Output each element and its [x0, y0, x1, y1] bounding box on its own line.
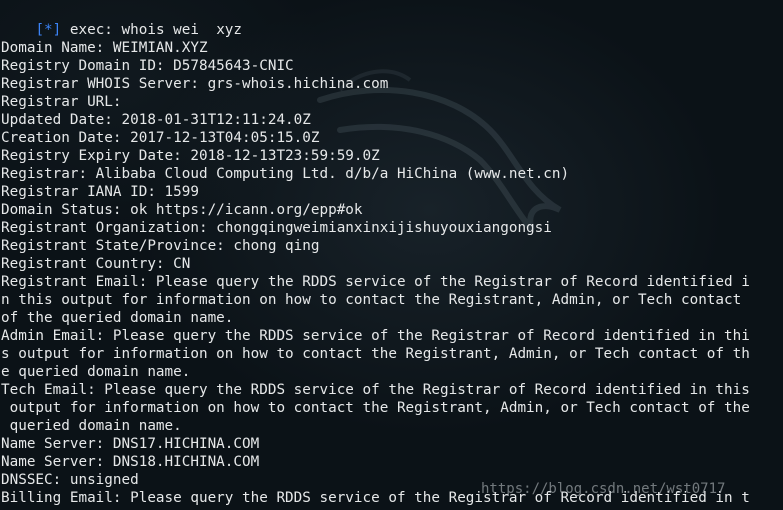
output-line: s output for information on how to conta… — [1, 346, 750, 362]
output-line: Tech Email: Please query the RDDS servic… — [1, 382, 750, 398]
output-line: Admin Email: Please query the RDDS servi… — [1, 328, 750, 344]
output-line: Registrant Email: Please query the RDDS … — [1, 274, 750, 290]
output-line: Name Server: DNS18.HICHINA.COM — [1, 454, 260, 470]
output-line: output for information on how to contact… — [1, 400, 750, 416]
output-line: Registrant Country: CN — [1, 256, 191, 272]
output-line: Creation Date: 2017-12-13T04:05:15.0Z — [1, 130, 320, 146]
output-line: Registrant State/Province: chong qing — [1, 238, 320, 254]
output-line: Registrar WHOIS Server: grs-whois.hichin… — [1, 76, 389, 92]
output-line: of the queried domain name. — [1, 310, 234, 326]
prompt-marker: [*] — [35, 22, 62, 38]
output-line: Domain Name: WEIMIAN.XYZ — [1, 40, 208, 56]
output-line: Domain Status: ok https://icann.org/epp#… — [1, 202, 363, 218]
output-line: Registrant Organization: chongqingweimia… — [1, 220, 552, 236]
command-prompt: [*] exec: whois wei xyz — [1, 3, 242, 38]
watermark-url: https://blog.csdn.net/wst0717 — [481, 481, 726, 497]
whois-output: Domain Name: WEIMIAN.XYZ Registry Domain … — [1, 39, 783, 507]
output-line: Registrar URL: — [1, 94, 122, 110]
output-line: n this output for information on how to … — [1, 292, 742, 308]
terminal-window[interactable]: [*] exec: whois wei xyz Domain Name: WEI… — [0, 0, 783, 510]
output-line: Registry Expiry Date: 2018-12-13T23:59:5… — [1, 148, 380, 164]
output-line: queried domain name. — [1, 418, 182, 434]
output-line: e queried domain name. — [1, 364, 191, 380]
output-line: Registry Domain ID: D57845643-CNIC — [1, 58, 294, 74]
output-line: Name Server: DNS17.HICHINA.COM — [1, 436, 260, 452]
output-line: Updated Date: 2018-01-31T12:11:24.0Z — [1, 112, 311, 128]
output-line: Registrar: Alibaba Cloud Computing Ltd. … — [1, 166, 570, 182]
output-line: Registrar IANA ID: 1599 — [1, 184, 199, 200]
command-text: exec: whois wei xyz — [61, 22, 243, 38]
